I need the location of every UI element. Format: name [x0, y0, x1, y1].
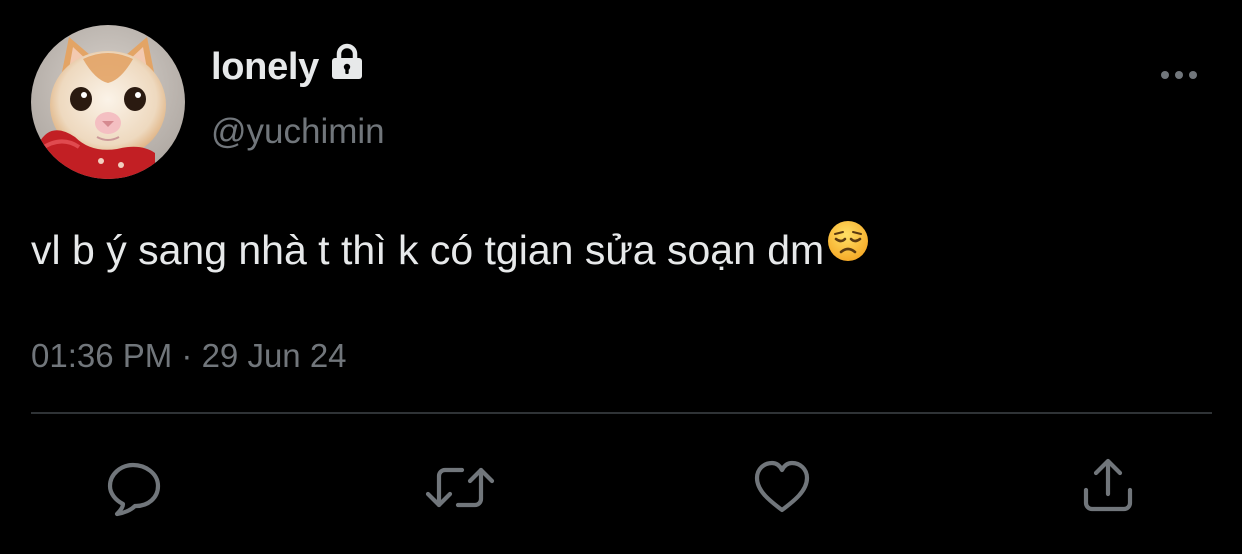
timestamp-separator: · — [172, 337, 202, 374]
reply-icon[interactable] — [105, 458, 165, 518]
avatar[interactable] — [31, 25, 185, 179]
display-name[interactable]: lonely — [211, 44, 319, 90]
display-name-row: lonely — [211, 43, 365, 90]
cat-avatar-image — [31, 25, 185, 179]
user-handle[interactable]: @yuchimin — [211, 110, 385, 154]
lock-icon — [329, 43, 365, 86]
more-options-icon[interactable] — [1159, 66, 1199, 84]
tweet-timestamp[interactable]: 01:36 PM · 29 Jun 24 — [31, 334, 347, 378]
disappointed-face-icon — [826, 219, 870, 277]
share-icon[interactable] — [1078, 458, 1138, 518]
tweet-text-content: vl b ý sang nhà t thì k có tgian sửa soạ… — [31, 227, 825, 273]
tweet-text: vl b ý sang nhà t thì k có tgian sửa soạ… — [31, 219, 870, 278]
tweet-card: lonely @yuchimin vl b ý sang nhà t thì k… — [0, 0, 1242, 554]
divider — [31, 412, 1212, 414]
tweet-date: 29 Jun 24 — [201, 337, 347, 374]
retweet-icon[interactable] — [425, 458, 495, 518]
heart-icon[interactable] — [752, 458, 812, 518]
tweet-time: 01:36 PM — [31, 337, 173, 374]
